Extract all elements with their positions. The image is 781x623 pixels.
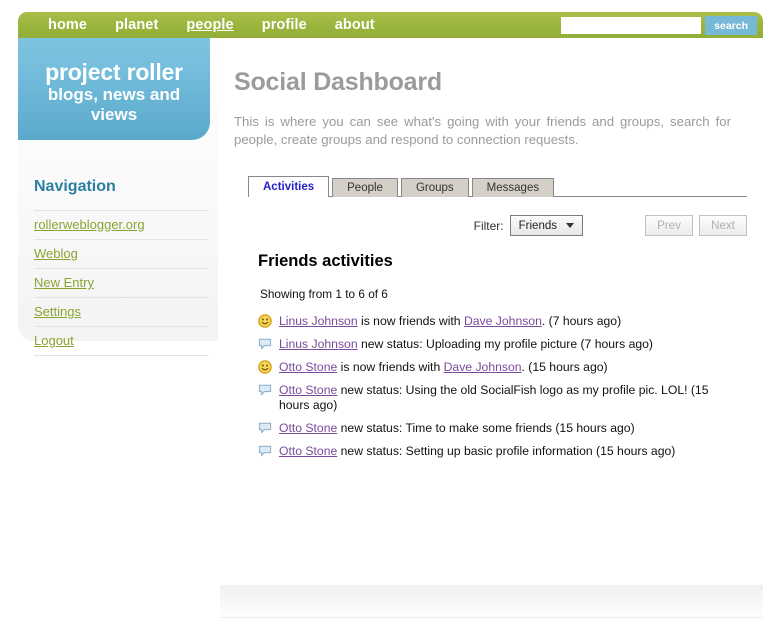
topnav-item-about[interactable]: about [321, 12, 389, 38]
activity-verb: new status: Time to make some friends (1… [337, 421, 635, 435]
activity-text: Linus Johnson is now friends with Dave J… [279, 314, 621, 329]
speech-bubble-icon [258, 337, 272, 351]
activity-target-link[interactable]: Dave Johnson [464, 314, 542, 328]
activity-verb: is now friends with [357, 314, 464, 328]
chevron-down-icon [566, 223, 574, 228]
sidebar-list-item: Weblog [34, 239, 209, 268]
activity-item: Otto Stone new status: Using the old Soc… [258, 379, 737, 417]
activities-heading: Friends activities [258, 252, 393, 270]
speech-bubble-icon [258, 444, 272, 458]
sidebar-item-logout[interactable]: Logout [34, 333, 74, 348]
navigation-list: rollerweblogger.org Weblog New Entry Settin… [34, 210, 209, 356]
activity-actor-link[interactable]: Linus Johnson [279, 314, 358, 328]
activity-verb: new status: Setting up basic profile inf… [337, 444, 676, 458]
sidebar-item-weblog[interactable]: Weblog [34, 246, 78, 261]
activity-text: Otto Stone is now friends with Dave John… [279, 360, 608, 375]
topnav-item-planet[interactable]: planet [101, 12, 172, 38]
activity-actor-link[interactable]: Otto Stone [279, 383, 337, 397]
page-title: Social Dashboard [234, 68, 442, 96]
prev-button[interactable]: Prev [645, 215, 693, 236]
search-input[interactable] [561, 17, 702, 34]
activity-actor-link[interactable]: Linus Johnson [279, 337, 358, 351]
activity-verb: new status: Using the old SocialFish log… [279, 383, 709, 412]
topnav-item-profile[interactable]: profile [248, 12, 321, 38]
smiley-icon [258, 360, 272, 374]
activity-text: Linus Johnson new status: Uploading my p… [279, 337, 653, 352]
tab-people[interactable]: People [332, 178, 398, 197]
activity-verb: new status: Uploading my profile picture… [357, 337, 653, 351]
footer-strip [220, 585, 763, 618]
smiley-icon [258, 314, 272, 328]
sidebar-item-rollerweblogger-org[interactable]: rollerweblogger.org [34, 217, 145, 232]
tab-messages[interactable]: Messages [471, 178, 555, 197]
page-root: home planet people profile about search proj… [0, 0, 781, 623]
top-navigation-bar: home planet people profile about search [18, 12, 763, 38]
activity-item: Otto Stone new status: Setting up basic … [258, 440, 737, 463]
activities-section: Friends activities Showing from 1 to 6 o… [258, 252, 737, 463]
activity-target-link[interactable]: Dave Johnson [444, 360, 522, 374]
speech-bubble-icon [258, 383, 272, 397]
main-content: Social Dashboard This is where you can s… [220, 38, 763, 585]
activity-item: Otto Stone new status: Time to make some… [258, 417, 737, 440]
activity-item: Otto Stone is now friends with Dave John… [258, 356, 737, 379]
navigation-heading: Navigation [34, 178, 116, 195]
logo-line-2: blogs, news and [47, 85, 181, 104]
filter-selected-value: Friends [518, 219, 557, 232]
activity-text: Otto Stone new status: Time to make some… [279, 421, 635, 436]
speech-bubble-icon [258, 421, 272, 435]
logo-line-1: project roller [45, 59, 183, 85]
filter-select[interactable]: Friends [509, 215, 583, 236]
tab-activities[interactable]: Activities [248, 176, 330, 197]
sidebar-list-item: Logout [34, 326, 209, 356]
site-logo[interactable]: project roller blogs, news and views [18, 38, 210, 140]
topnav-item-home[interactable]: home [34, 12, 101, 38]
sidebar-list-item: New Entry [34, 268, 209, 297]
activity-verb: is now friends with [337, 360, 444, 374]
activity-text: Otto Stone new status: Using the old Soc… [279, 383, 737, 413]
activity-suffix: . (7 hours ago) [541, 314, 622, 328]
page-description: This is where you can see what's going w… [234, 114, 731, 147]
activity-suffix: . (15 hours ago) [521, 360, 608, 374]
navigation-block: Navigation rollerweblogger.org Weblog New … [34, 178, 209, 356]
topnav-item-people[interactable]: people [172, 12, 247, 38]
activities-list: Linus Johnson is now friends with Dave J… [258, 310, 737, 463]
showing-count: Showing from 1 to 6 of 6 [260, 287, 388, 301]
sidebar-list-item: rollerweblogger.org [34, 210, 209, 239]
tab-strip: Activities People Groups Messages [248, 175, 747, 197]
sidebar-item-settings[interactable]: Settings [34, 304, 81, 319]
logo-line-3: views [90, 105, 138, 124]
search-button[interactable]: search [705, 16, 757, 35]
activity-actor-link[interactable]: Otto Stone [279, 421, 337, 435]
sidebar-item-new-entry[interactable]: New Entry [34, 275, 94, 290]
activity-item: Linus Johnson new status: Uploading my p… [258, 333, 737, 356]
filter-bar: Filter: Friends Prev Next [248, 215, 747, 236]
activity-item: Linus Johnson is now friends with Dave J… [258, 310, 737, 333]
search-area: search [561, 16, 757, 35]
sidebar-list-item: Settings [34, 297, 209, 326]
top-nav-links: home planet people profile about [34, 12, 389, 38]
activity-text: Otto Stone new status: Setting up basic … [279, 444, 675, 459]
filter-label: Filter: [473, 218, 504, 233]
activity-actor-link[interactable]: Otto Stone [279, 360, 337, 374]
next-button[interactable]: Next [699, 215, 747, 236]
activity-actor-link[interactable]: Otto Stone [279, 444, 337, 458]
pager: Prev Next [645, 215, 747, 236]
tab-groups[interactable]: Groups [400, 178, 469, 197]
